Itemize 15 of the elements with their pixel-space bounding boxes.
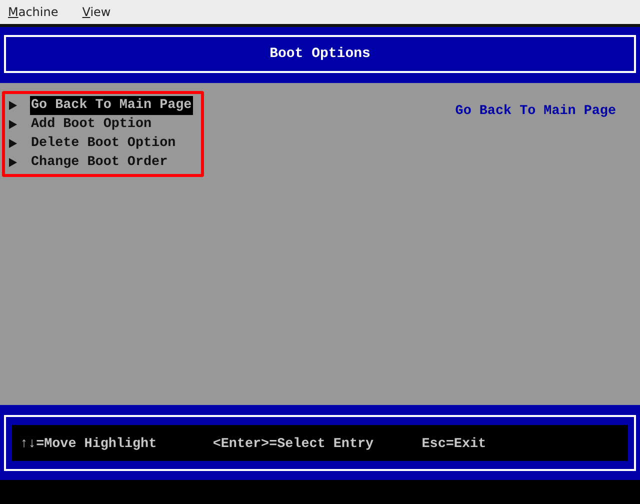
- menu-bar-item[interactable]: Machine: [8, 3, 58, 21]
- key-hint: ↑↓=Move Highlight: [20, 436, 158, 454]
- triangle-icon: [9, 120, 17, 129]
- triangle-icon: [9, 101, 17, 110]
- key-hint: Esc=Exit: [422, 436, 486, 454]
- key-hint: <Enter>=Select Entry: [212, 436, 375, 454]
- menu-bar-item[interactable]: View: [82, 3, 111, 21]
- menu-item[interactable]: Change Boot Order: [30, 153, 169, 172]
- page-title: Boot Options: [270, 44, 370, 64]
- help-text: Go Back To Main Page: [455, 103, 616, 121]
- menu-item[interactable]: Add Boot Option: [30, 115, 153, 134]
- triangle-icon: [9, 139, 17, 148]
- menu-item[interactable]: Delete Boot Option: [30, 134, 177, 153]
- triangle-icon: [9, 158, 17, 167]
- menu-item[interactable]: Go Back To Main Page: [30, 96, 193, 115]
